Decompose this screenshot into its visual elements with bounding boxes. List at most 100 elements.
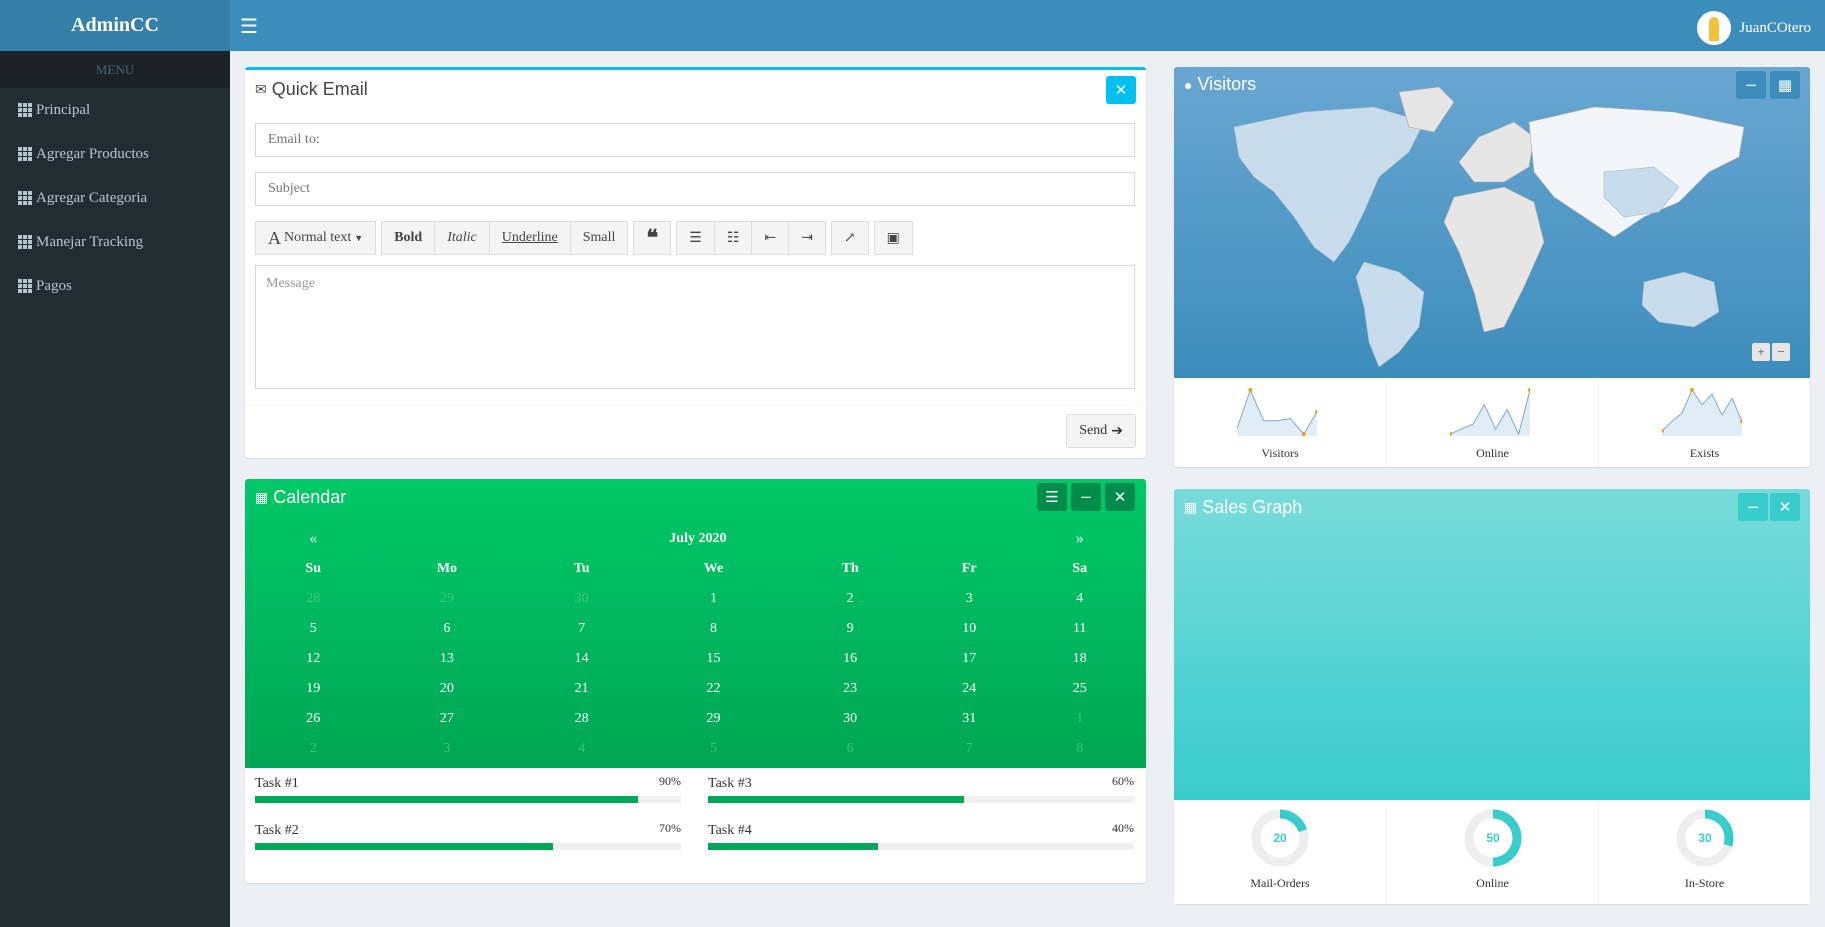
task-label: Task #2 bbox=[255, 823, 299, 838]
calendar-day[interactable]: 17 bbox=[914, 644, 1024, 674]
calendar-day[interactable]: 31 bbox=[914, 704, 1024, 734]
user-menu[interactable]: JuanCOtero bbox=[1697, 11, 1811, 45]
image-icon[interactable]: ▣ bbox=[873, 221, 913, 255]
calendar-day[interactable]: 19 bbox=[255, 674, 371, 704]
sidebar-item-principal[interactable]: Principal bbox=[0, 88, 230, 132]
calendar-day[interactable]: 7 bbox=[914, 734, 1024, 764]
small-button[interactable]: Small bbox=[569, 221, 629, 255]
close-icon[interactable]: ✕ bbox=[1106, 76, 1136, 104]
weekday-header: Su bbox=[305, 561, 321, 576]
calendar-day[interactable]: 6 bbox=[786, 734, 914, 764]
minimize-icon[interactable]: − bbox=[1736, 71, 1766, 99]
sidebar-toggle-icon[interactable]: ☰ bbox=[240, 14, 258, 39]
sidebar-item-agregar-productos[interactable]: Agregar Productos bbox=[0, 132, 230, 176]
email-to-input[interactable] bbox=[255, 123, 1135, 157]
calendar-day[interactable]: 14 bbox=[522, 644, 640, 674]
calendar-day[interactable]: 4 bbox=[522, 734, 640, 764]
calendar-day[interactable]: 29 bbox=[641, 704, 786, 734]
share-icon[interactable]: ↗ bbox=[830, 221, 869, 255]
prev-month-button[interactable]: « bbox=[255, 524, 371, 554]
zoom-out-icon[interactable]: − bbox=[1772, 343, 1790, 361]
calendar-day[interactable]: 21 bbox=[522, 674, 640, 704]
text-style-dropdown[interactable]: A Normal text ▼ bbox=[255, 221, 377, 255]
world-map[interactable]: + − bbox=[1174, 67, 1810, 378]
underline-button[interactable]: Underline bbox=[488, 221, 571, 255]
knob-dial[interactable]: 30 bbox=[1675, 808, 1735, 868]
calendar-day[interactable]: 5 bbox=[255, 614, 371, 644]
calendar-day[interactable]: 9 bbox=[786, 614, 914, 644]
avatar bbox=[1697, 11, 1732, 45]
progress-fill bbox=[255, 796, 639, 803]
calendar-day[interactable]: 26 bbox=[255, 704, 371, 734]
outdent-icon[interactable]: ⇤ bbox=[751, 221, 790, 255]
message-textarea[interactable]: Message bbox=[255, 265, 1135, 389]
calendar-day[interactable]: 3 bbox=[914, 584, 1024, 614]
task-progress: Task #2 70% bbox=[255, 821, 681, 853]
sidebar-item-agregar-categoria[interactable]: Agregar Categoria bbox=[0, 176, 230, 220]
calendar-day[interactable]: 24 bbox=[914, 674, 1024, 704]
map-south-america[interactable] bbox=[1355, 261, 1425, 368]
map-north-america[interactable] bbox=[1233, 106, 1425, 263]
knob-mail-orders: 20 Mail-Orders bbox=[1174, 800, 1386, 904]
calendar-day[interactable]: 2 bbox=[255, 734, 371, 764]
calendar-day[interactable]: 28 bbox=[255, 584, 371, 614]
zoom-in-icon[interactable]: + bbox=[1752, 343, 1770, 361]
calendar-day[interactable]: 13 bbox=[371, 644, 522, 674]
menu-icon[interactable]: ☰ bbox=[1037, 483, 1067, 511]
sparkline-point bbox=[1528, 388, 1530, 392]
calendar-day[interactable]: 7 bbox=[522, 614, 640, 644]
unordered-list-icon[interactable]: ☰ bbox=[676, 221, 715, 255]
calendar-day[interactable]: 11 bbox=[1024, 614, 1135, 644]
calendar-day[interactable]: 29 bbox=[371, 584, 522, 614]
minimize-icon[interactable]: − bbox=[1738, 493, 1768, 521]
brand-logo[interactable]: AdminCC bbox=[0, 0, 230, 51]
calendar-day[interactable]: 12 bbox=[255, 644, 371, 674]
ordered-list-icon[interactable]: ☷ bbox=[713, 221, 753, 255]
calendar-day[interactable]: 1 bbox=[1024, 704, 1135, 734]
calendar-day[interactable]: 10 bbox=[914, 614, 1024, 644]
sidebar-item-pagos[interactable]: Pagos bbox=[0, 264, 230, 308]
sidebar-item-manejar-tracking[interactable]: Manejar Tracking bbox=[0, 220, 230, 264]
calendar-day[interactable]: 30 bbox=[522, 584, 640, 614]
calendar-day[interactable]: 22 bbox=[641, 674, 786, 704]
bold-button[interactable]: Bold bbox=[381, 221, 436, 255]
quote-icon[interactable]: ❝ bbox=[633, 221, 672, 255]
calendar-day[interactable]: 2 bbox=[786, 584, 914, 614]
task-percent: 60% bbox=[1112, 774, 1134, 788]
knob-dial[interactable]: 20 bbox=[1250, 808, 1310, 868]
knob-dial[interactable]: 50 bbox=[1463, 808, 1523, 868]
minimize-icon[interactable]: − bbox=[1071, 483, 1101, 511]
calendar-day[interactable]: 25 bbox=[1024, 674, 1135, 704]
calendar-day[interactable]: 6 bbox=[371, 614, 522, 644]
send-button[interactable]: Send ➔ bbox=[1066, 414, 1136, 448]
sparkline-area bbox=[1662, 390, 1742, 436]
calendar-day[interactable]: 30 bbox=[786, 704, 914, 734]
subject-input[interactable] bbox=[255, 172, 1135, 206]
calendar-day[interactable]: 4 bbox=[1024, 584, 1135, 614]
calendar-day[interactable]: 15 bbox=[641, 644, 786, 674]
calendar-icon[interactable]: ▦ bbox=[1770, 71, 1800, 99]
calendar-day[interactable]: 8 bbox=[641, 614, 786, 644]
calendar-day[interactable]: 3 bbox=[371, 734, 522, 764]
calendar-day[interactable]: 18 bbox=[1024, 644, 1135, 674]
calendar-day[interactable]: 8 bbox=[1024, 734, 1135, 764]
calendar-day[interactable]: 1 bbox=[641, 584, 786, 614]
editor-toolbar: A Normal text ▼ Bold Italic Underline Smal… bbox=[255, 221, 918, 255]
next-month-button[interactable]: » bbox=[1024, 524, 1135, 554]
calendar-day[interactable]: 20 bbox=[371, 674, 522, 704]
close-icon[interactable]: ✕ bbox=[1105, 483, 1135, 511]
map-europe[interactable] bbox=[1458, 121, 1535, 183]
italic-button[interactable]: Italic bbox=[434, 221, 490, 255]
map-australia[interactable] bbox=[1641, 271, 1720, 328]
calendar-day[interactable]: 28 bbox=[522, 704, 640, 734]
calendar-month[interactable]: July 2020 bbox=[371, 524, 1024, 554]
calendar-day[interactable]: 23 bbox=[786, 674, 914, 704]
calendar-day[interactable]: 16 bbox=[786, 644, 914, 674]
calendar-day[interactable]: 5 bbox=[641, 734, 786, 764]
task-progress: Task #3 60% bbox=[708, 774, 1134, 806]
indent-icon[interactable]: ⇥ bbox=[788, 221, 826, 255]
map-africa[interactable] bbox=[1443, 186, 1545, 333]
close-icon[interactable]: ✕ bbox=[1770, 493, 1800, 521]
knob-label: In-Store bbox=[1684, 876, 1725, 890]
calendar-day[interactable]: 27 bbox=[371, 704, 522, 734]
